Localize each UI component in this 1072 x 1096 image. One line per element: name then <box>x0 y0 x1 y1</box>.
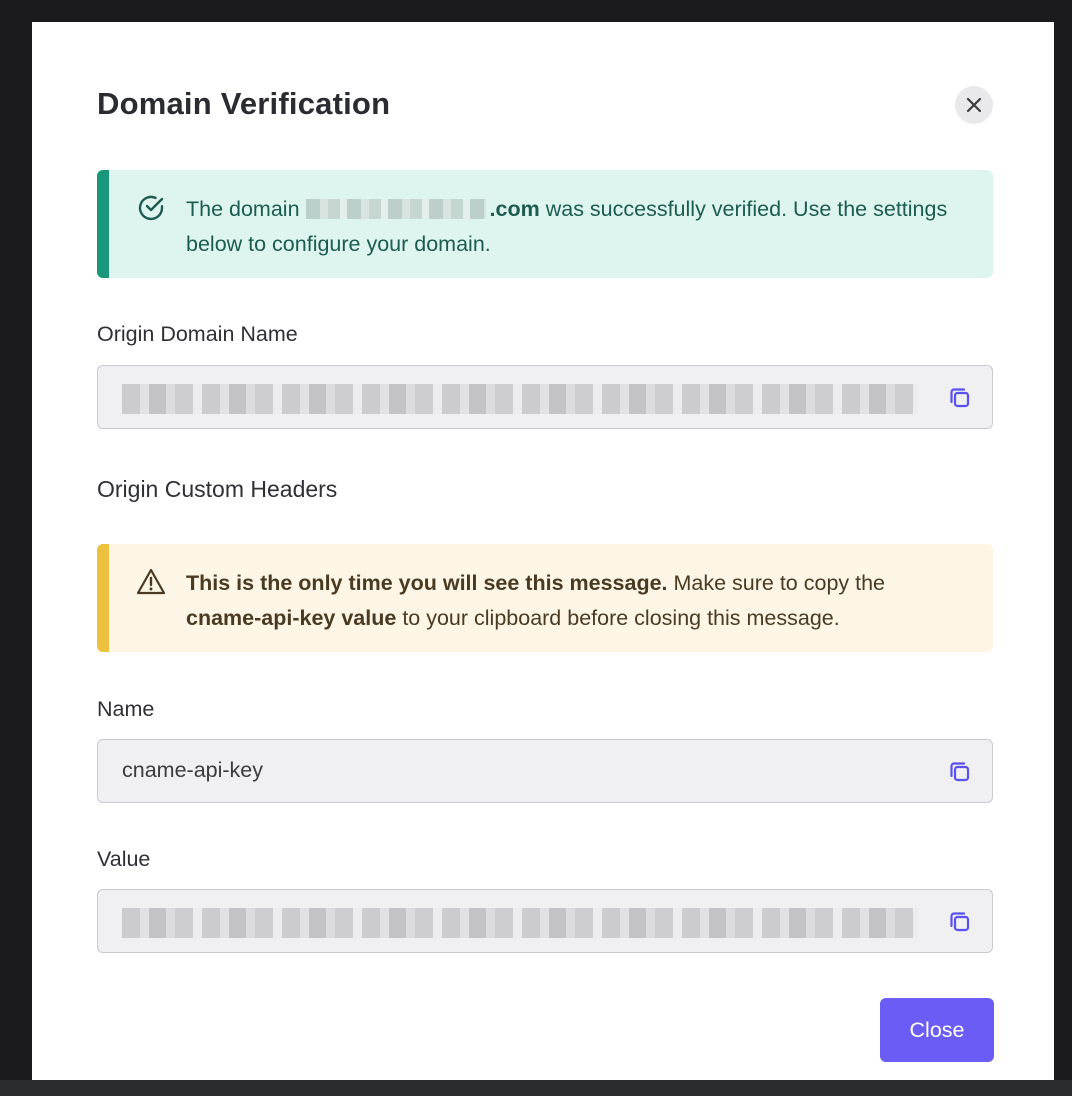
copy-icon[interactable] <box>946 758 974 786</box>
name-label: Name <box>97 697 155 721</box>
redacted-domain <box>305 199 486 219</box>
origin-domain-label: Origin Domain Name <box>97 322 298 346</box>
background-strip <box>0 1080 1072 1096</box>
name-value: cname-api-key <box>122 758 263 782</box>
warning-bold-lead: This is the only time you will see this … <box>186 571 668 595</box>
copy-icon[interactable] <box>946 908 974 936</box>
copy-icon[interactable] <box>946 384 974 412</box>
domain-suffix: .com <box>489 197 540 221</box>
value-label: Value <box>97 847 151 871</box>
success-alert-message: The domain .com was successfully verified… <box>186 192 963 262</box>
success-alert-suffix: was successfully verified. Use the setti… <box>186 197 948 256</box>
dialog-title: Domain Verification <box>97 86 391 121</box>
name-field[interactable]: cname-api-key <box>97 739 993 803</box>
redacted-origin-domain <box>122 384 918 414</box>
warning-bold-key: cname-api-key value <box>186 606 397 630</box>
value-field[interactable] <box>97 889 993 953</box>
close-dialog-button[interactable] <box>955 86 993 124</box>
origin-domain-field[interactable] <box>97 365 993 429</box>
check-circle-icon <box>138 195 164 221</box>
warning-alert-message: This is the only time you will see this … <box>186 566 963 636</box>
warning-alert-accent <box>97 544 109 652</box>
origin-custom-headers-title: Origin Custom Headers <box>97 476 338 502</box>
success-alert-accent <box>97 170 109 278</box>
close-button[interactable]: Close <box>880 998 994 1062</box>
warning-text-end: to your clipboard before closing this me… <box>396 606 840 630</box>
warning-text-mid: Make sure to copy the <box>667 571 886 595</box>
close-icon <box>966 97 982 113</box>
warning-triangle-icon <box>136 568 166 595</box>
success-alert-prefix: The domain <box>186 197 300 221</box>
redacted-api-key-value <box>122 908 918 938</box>
warning-alert: This is the only time you will see this … <box>97 544 993 652</box>
domain-verification-dialog: Domain Verification The domain .com was s… <box>32 22 1054 1080</box>
success-alert: The domain .com was successfully verified… <box>97 170 993 278</box>
